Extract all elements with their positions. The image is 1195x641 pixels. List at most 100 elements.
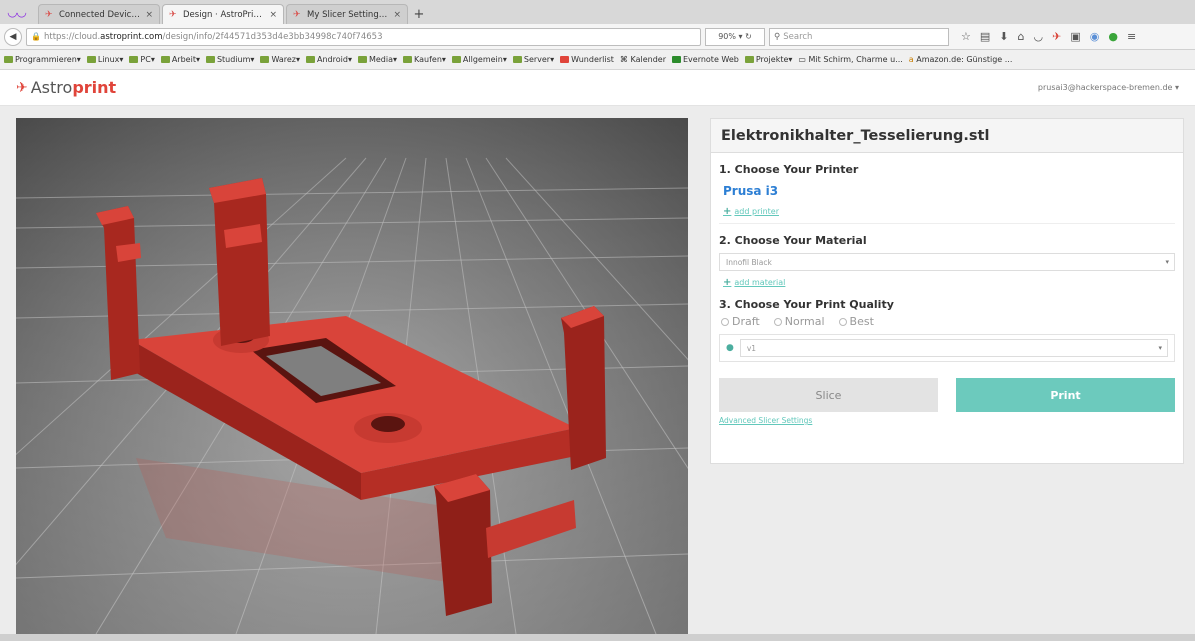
print-setup-panel: Elektronikhalter_Tesselierung.stl 1. Cho… bbox=[710, 118, 1184, 464]
bookmark-folder[interactable]: Linux ▾ bbox=[86, 55, 123, 64]
search-placeholder: Search bbox=[783, 31, 813, 42]
tv-icon: ▭ bbox=[798, 55, 809, 64]
back-button[interactable]: ◀ bbox=[4, 27, 22, 46]
add-printer-link[interactable]: + add printer bbox=[723, 206, 1171, 217]
bookmark-mit-schirm[interactable]: ▭ Mit Schirm, Charme u... bbox=[798, 55, 902, 64]
quality-radio-group: Draft Normal Best bbox=[719, 315, 1175, 328]
folder-icon bbox=[260, 56, 270, 63]
action-buttons: Slice Print bbox=[711, 378, 1183, 412]
radio-selected-icon[interactable]: ● bbox=[726, 343, 734, 353]
slicer-profile-row: ● v1 ▾ bbox=[719, 334, 1175, 362]
pocket-icon[interactable]: ◡ bbox=[1033, 30, 1043, 43]
toolbar-icons: ☆ ▤ ⬇ ⌂ ◡ ✈ ▣ ◉ ● ≡ bbox=[961, 30, 1136, 43]
firefox-menu-icon[interactable]: ◡◡ bbox=[6, 2, 28, 22]
slicer-profile-select[interactable]: v1 ▾ bbox=[739, 339, 1168, 357]
step-choose-printer: 1. Choose Your Printer Prusa i3 + add pri… bbox=[711, 163, 1183, 224]
bookmark-folder[interactable]: Android ▾ bbox=[306, 55, 352, 64]
evernote-icon bbox=[671, 56, 681, 63]
slice-button[interactable]: Slice bbox=[719, 378, 938, 412]
close-tab-icon[interactable]: × bbox=[145, 10, 153, 20]
tab-design-astroprint[interactable]: ✈ Design · AstroPrint® × bbox=[162, 4, 284, 24]
bookmark-folder[interactable]: Arbeit ▾ bbox=[160, 55, 200, 64]
plus-icon: + bbox=[723, 277, 732, 288]
quality-normal-radio[interactable]: Normal bbox=[773, 315, 825, 328]
tab-label: Design · AstroPrint® bbox=[183, 9, 266, 20]
bookmark-folder[interactable]: Server ▾ bbox=[512, 55, 554, 64]
bookmark-folder[interactable]: Programmieren ▾ bbox=[4, 55, 81, 64]
tab-label: Connected Devices -... bbox=[59, 9, 141, 20]
rocket-icon: ✈ bbox=[16, 79, 28, 96]
step-choose-quality: 3. Choose Your Print Quality Draft Norma… bbox=[711, 298, 1183, 362]
bookmark-wunderlist[interactable]: Wunderlist bbox=[560, 55, 614, 64]
bookmark-evernote[interactable]: Evernote Web bbox=[671, 55, 739, 64]
new-tab-button[interactable]: + bbox=[410, 4, 428, 24]
radio-circle-icon bbox=[838, 317, 847, 326]
printer-option[interactable]: Prusa i3 bbox=[723, 184, 1171, 198]
advanced-slicer-settings-link[interactable]: Advanced Slicer Settings bbox=[711, 412, 1183, 429]
radio-circle-icon bbox=[773, 317, 782, 326]
tab-connected-devices[interactable]: ✈ Connected Devices -... × bbox=[38, 4, 160, 24]
bookmark-folder[interactable]: Studium ▾ bbox=[205, 55, 254, 64]
download-icon[interactable]: ⬇ bbox=[999, 30, 1008, 43]
folder-icon bbox=[129, 56, 139, 63]
extension-icon[interactable]: ▣ bbox=[1070, 30, 1080, 43]
extension-astroprint-icon[interactable]: ✈ bbox=[1052, 30, 1061, 43]
bookmark-kalender[interactable]: ⌘ Kalender bbox=[620, 55, 666, 64]
quality-best-radio[interactable]: Best bbox=[838, 315, 874, 328]
print-button[interactable]: Print bbox=[956, 378, 1175, 412]
extension-green-icon[interactable]: ● bbox=[1108, 30, 1118, 43]
folder-icon bbox=[451, 56, 461, 63]
folder-icon bbox=[744, 56, 754, 63]
model-canvas bbox=[16, 118, 688, 634]
bookmark-folder[interactable]: Media ▾ bbox=[357, 55, 397, 64]
astroprint-favicon-icon: ✈ bbox=[293, 9, 301, 20]
calendar-icon: ⌘ bbox=[619, 55, 631, 64]
tab-label: My Slicer Settings - ... bbox=[307, 9, 389, 20]
folder-icon bbox=[306, 56, 315, 63]
user-menu[interactable]: prusai3@hackerspace-bremen.de ▾ bbox=[1038, 83, 1179, 92]
add-material-link[interactable]: + add material bbox=[723, 277, 1171, 288]
bookmark-folder[interactable]: Allgemein ▾ bbox=[451, 55, 507, 64]
bookmark-folder[interactable]: Kaufen ▾ bbox=[403, 55, 446, 64]
extension-shield-icon[interactable]: ◉ bbox=[1090, 30, 1100, 43]
folder-icon bbox=[205, 56, 215, 63]
bookmark-folder[interactable]: Projekte ▾ bbox=[744, 55, 792, 64]
url-path: /design/info/2f44571d353d4e3bb34998c740f… bbox=[162, 31, 383, 42]
menu-icon[interactable]: ≡ bbox=[1127, 30, 1136, 43]
home-icon[interactable]: ⌂ bbox=[1018, 30, 1025, 43]
app-header: ✈ Astro print prusai3@hackerspace-bremen.… bbox=[0, 70, 1195, 106]
radio-circle-icon bbox=[721, 317, 729, 326]
amazon-icon: a bbox=[908, 55, 917, 64]
search-input[interactable]: ⚲ Search bbox=[769, 27, 949, 46]
step-title: 1. Choose Your Printer bbox=[719, 163, 859, 176]
url-bar[interactable]: 🔒 https://cloud. astroprint.com/design/in… bbox=[26, 27, 701, 46]
reading-list-icon[interactable]: ▤ bbox=[980, 30, 990, 43]
zoom-value: 90% bbox=[718, 32, 736, 41]
folder-icon bbox=[160, 56, 170, 63]
url-host: astroprint.com bbox=[100, 31, 163, 42]
astroprint-favicon-icon: ✈ bbox=[169, 9, 177, 20]
chevron-down-icon: ▾ bbox=[1165, 258, 1169, 266]
browser-tab-bar: ◡◡ ✈ Connected Devices -... × ✈ Design ·… bbox=[0, 0, 1195, 24]
bookmark-folder[interactable]: Warez ▾ bbox=[260, 55, 300, 64]
astroprint-logo[interactable]: ✈ Astro print bbox=[16, 78, 116, 97]
close-tab-icon[interactable]: × bbox=[269, 10, 277, 20]
bookmark-star-icon[interactable]: ☆ bbox=[961, 30, 971, 43]
lock-icon: 🔒 bbox=[31, 32, 41, 41]
close-tab-icon[interactable]: × bbox=[393, 10, 401, 20]
bookmark-amazon[interactable]: a Amazon.de: Günstige ... bbox=[909, 55, 1013, 64]
wunderlist-icon bbox=[560, 56, 570, 63]
tab-slicer-settings[interactable]: ✈ My Slicer Settings - ... × bbox=[286, 4, 408, 24]
material-select[interactable]: Innofil Black ▾ bbox=[719, 253, 1175, 271]
model-3d-viewer[interactable] bbox=[16, 118, 688, 634]
url-prefix: https://cloud. bbox=[43, 31, 101, 42]
bookmarks-bar: Programmieren ▾ Linux ▾ PC ▾ Arbeit ▾ Studiu… bbox=[0, 50, 1195, 70]
browser-nav-bar: ◀ 🔒 https://cloud. astroprint.com/design/… bbox=[0, 24, 1195, 50]
step-title: 2. Choose Your Material bbox=[719, 234, 867, 247]
bookmark-folder[interactable]: PC ▾ bbox=[129, 55, 155, 64]
folder-icon bbox=[403, 56, 412, 63]
step-choose-material: 2. Choose Your Material Innofil Black ▾ … bbox=[711, 234, 1183, 288]
quality-draft-radio[interactable]: Draft bbox=[721, 315, 760, 328]
zoom-level[interactable]: 90% ▾ ↻ bbox=[705, 27, 765, 46]
folder-icon bbox=[512, 56, 522, 63]
